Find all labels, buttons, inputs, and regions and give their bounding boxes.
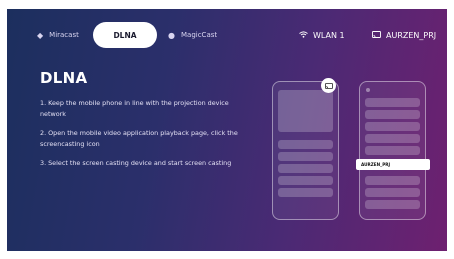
list-placeholder: [278, 152, 333, 161]
list-placeholder: [365, 146, 420, 155]
instruction-step-1: 1. Keep the mobile phone in line with th…: [40, 99, 229, 118]
phone-illustration-left: [272, 81, 339, 220]
list-placeholder: [278, 164, 333, 173]
device-select-popup: AURZEN_PRJ: [356, 159, 430, 170]
page-title: DLNA: [40, 69, 88, 87]
instruction-step-3: 3. Select the screen casting device and …: [40, 159, 232, 167]
list-placeholder: [365, 176, 420, 185]
dot-placeholder: [366, 88, 370, 92]
tab-miracast[interactable]: ◆ Miracast: [37, 22, 79, 48]
list-placeholder: [365, 188, 420, 197]
list-placeholder: [365, 134, 420, 143]
list-placeholder: [278, 140, 333, 149]
apple-icon: ●: [168, 30, 175, 40]
tab-magiccast-label: MagicCast: [180, 31, 218, 39]
device-name-status: AURZEN_PRJ: [372, 22, 436, 48]
list-placeholder: [365, 122, 420, 131]
dlna-screen: ◆ Miracast DLNA ● MagicCast WLAN 1 AURZE…: [7, 9, 447, 251]
list-placeholder: [365, 200, 420, 209]
list-placeholder: [365, 110, 420, 119]
list-placeholder: [365, 98, 420, 107]
cast-screen-icon: [372, 30, 381, 40]
tab-dlna[interactable]: DLNA: [93, 22, 157, 48]
wifi-label: WLAN 1: [313, 30, 345, 40]
instruction-step-2: 2. Open the mobile video application pla…: [40, 129, 238, 148]
list-placeholder: [278, 188, 333, 197]
device-name-label: AURZEN_PRJ: [386, 30, 437, 40]
video-placeholder: [278, 90, 333, 132]
screencast-icon: [321, 78, 336, 93]
list-placeholder: [278, 176, 333, 185]
miracast-diamond-icon: ◆: [37, 30, 44, 40]
phone-illustration-right: [359, 81, 426, 220]
wifi-icon: [299, 30, 308, 40]
tab-miracast-label: Miracast: [49, 31, 79, 39]
tab-dlna-label: DLNA: [113, 30, 137, 40]
tab-magiccast[interactable]: ● MagicCast: [168, 22, 217, 48]
wifi-status: WLAN 1: [299, 22, 345, 48]
